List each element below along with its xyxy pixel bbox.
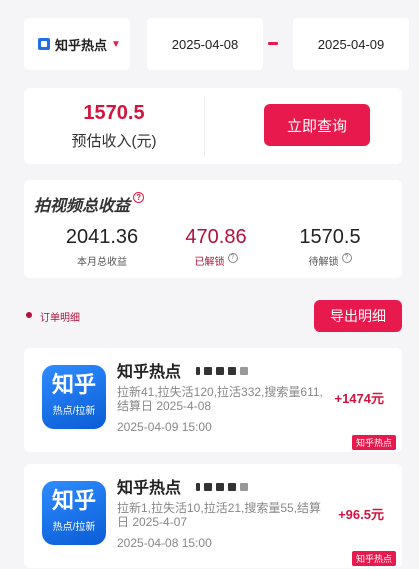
stat-value: 470.86 bbox=[185, 226, 247, 248]
question-icon[interactable]: ? bbox=[133, 192, 145, 203]
revenue-title: 拍视频总收益? bbox=[34, 192, 145, 216]
income-card: 1570.5 预估收入(元) 立即查询 bbox=[24, 88, 402, 164]
card-divider bbox=[204, 96, 205, 156]
order-card[interactable]: 知乎 热点/拉新 知乎热点 拉新41,拉失活120,拉活332,搜索量611,结… bbox=[24, 348, 402, 452]
date-separator bbox=[268, 42, 278, 45]
order-tag: 知乎热点 bbox=[351, 435, 396, 450]
revenue-title-text: 拍视频总收益 bbox=[34, 198, 131, 215]
order-amount: +1474元 bbox=[334, 391, 384, 406]
question-icon[interactable]: ? bbox=[227, 253, 238, 263]
logo-text: 知乎 bbox=[51, 488, 96, 513]
start-date-picker[interactable]: 2025-04-08 bbox=[147, 18, 263, 70]
stat-label: 本月总收益 bbox=[77, 257, 127, 268]
zhihu-app-icon: 知乎 热点/拉新 bbox=[42, 481, 106, 545]
logo-subtext: 热点/拉新 bbox=[52, 406, 96, 417]
order-card[interactable]: 知乎 热点/拉新 知乎热点 拉新1,拉失活10,拉活21,搜索量55,结算日 2… bbox=[24, 464, 402, 568]
platform-label: 知乎热点 bbox=[55, 37, 108, 53]
logo-subtext: 热点/拉新 bbox=[52, 522, 96, 533]
stat-value: 1570.5 bbox=[299, 226, 361, 248]
zhihu-app-icon: 知乎 热点/拉新 bbox=[42, 365, 106, 429]
stat-label: 待解锁 bbox=[308, 257, 339, 268]
redacted-mask bbox=[196, 478, 272, 491]
logo-text: 知乎 bbox=[51, 372, 96, 397]
orders-dot-icon bbox=[26, 312, 32, 318]
end-date-picker[interactable]: 2025-04-09 bbox=[293, 18, 409, 70]
chevron-down-icon: ▼ bbox=[111, 38, 121, 50]
estimated-income-label: 预估收入(元) bbox=[71, 133, 157, 150]
export-button[interactable]: 导出明细 bbox=[314, 300, 402, 332]
filter-row: 知乎热点 ▼ 2025-04-08 2025-04-09 bbox=[0, 0, 419, 88]
stat-value: 2041.36 bbox=[65, 226, 139, 248]
estimated-income-value: 1570.5 bbox=[83, 102, 145, 124]
stat-pending: 1570.5 待解锁? bbox=[270, 226, 390, 268]
stat-label: 已解锁 bbox=[194, 257, 225, 268]
stat-unlocked: 470.86 已解锁? bbox=[156, 226, 276, 268]
question-icon[interactable]: ? bbox=[341, 253, 352, 263]
order-amount: +96.5元 bbox=[338, 507, 384, 522]
orders-title: 订单明细 bbox=[40, 313, 80, 324]
order-time: 2025-04-09 15:00 bbox=[117, 420, 212, 434]
platform-icon bbox=[38, 38, 50, 50]
revenue-card: 拍视频总收益? 2041.36 本月总收益 470.86 已解锁? 1570.5… bbox=[24, 180, 402, 278]
stat-month-total: 2041.36 本月总收益 bbox=[42, 226, 162, 268]
platform-select[interactable]: 知乎热点 ▼ bbox=[24, 18, 130, 70]
stat-label-row: 已解锁? bbox=[156, 253, 276, 268]
orders-header: 订单明细 导出明细 bbox=[24, 300, 402, 332]
order-tag: 知乎热点 bbox=[351, 551, 396, 566]
order-time: 2025-04-08 15:00 bbox=[117, 536, 212, 550]
order-detail: 拉新1,拉失活10,拉活21,搜索量55,结算日 2025-4-07 bbox=[117, 501, 322, 529]
order-name: 知乎热点 bbox=[117, 364, 182, 381]
order-name: 知乎热点 bbox=[117, 480, 182, 497]
stat-label-row: 待解锁? bbox=[270, 253, 390, 268]
query-button[interactable]: 立即查询 bbox=[264, 104, 370, 146]
order-detail: 拉新41,拉失活120,拉活332,搜索量611,结算日 2025-4-08 bbox=[117, 385, 323, 413]
redacted-mask bbox=[196, 362, 272, 375]
